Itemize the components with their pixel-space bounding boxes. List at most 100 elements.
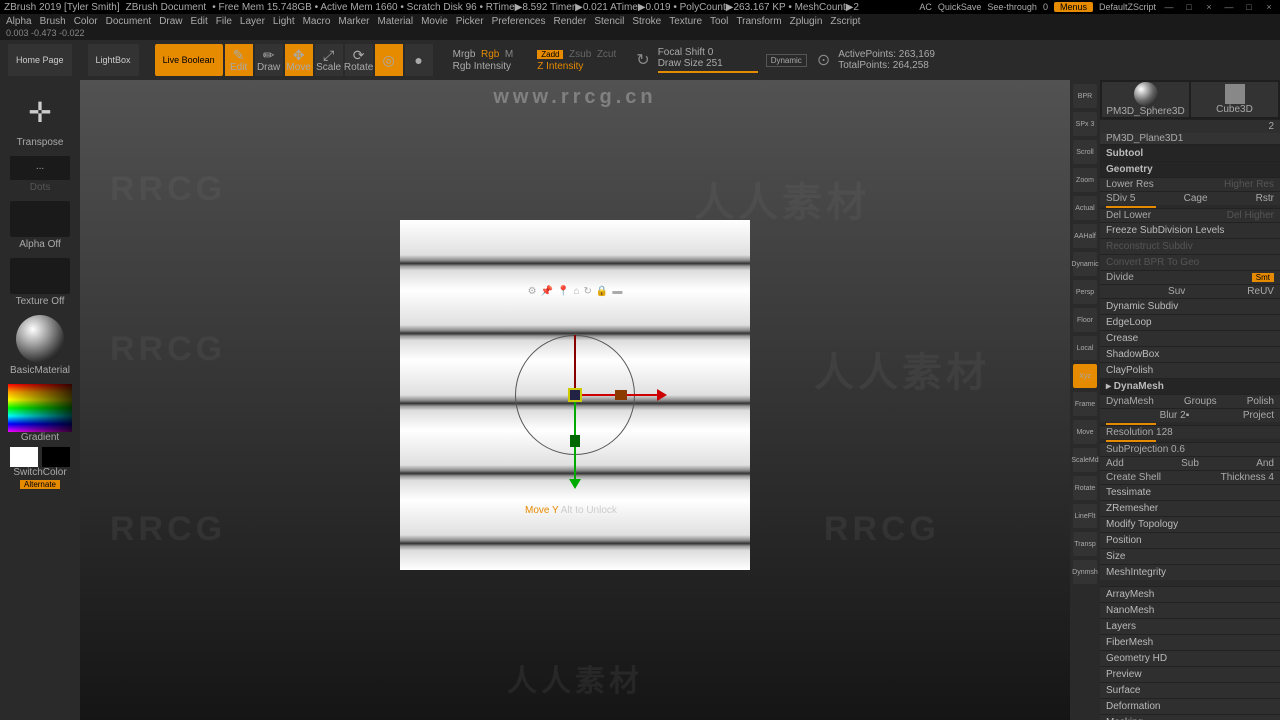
- focal-slider[interactable]: Focal Shift 0 Draw Size 251: [652, 47, 764, 73]
- material-item[interactable]: BasicMaterial: [4, 312, 76, 379]
- menu-texture[interactable]: Texture: [669, 16, 702, 27]
- viewport[interactable]: www.rrcg.cn RRCG 人人素材 RRCG RRCG 人人素材 人人素…: [80, 80, 1070, 720]
- menu-picker[interactable]: Picker: [456, 16, 484, 27]
- menu-render[interactable]: Render: [554, 16, 587, 27]
- menu-material[interactable]: Material: [378, 16, 414, 27]
- side-dynamic[interactable]: Dynamic: [1073, 252, 1097, 276]
- tool-cube[interactable]: Cube3D: [1191, 82, 1278, 117]
- pin-icon[interactable]: 📌: [541, 286, 553, 297]
- side-rotate[interactable]: Rotate: [1073, 476, 1097, 500]
- edit-button[interactable]: ✎Edit: [225, 44, 253, 76]
- gizmo-z-axis[interactable]: [574, 335, 576, 395]
- tool-sphere[interactable]: PM3D_Sphere3D: [1102, 82, 1189, 117]
- lightbox-button[interactable]: LightBox: [88, 44, 139, 76]
- side-actual[interactable]: Actual: [1073, 196, 1097, 220]
- menu-transform[interactable]: Transform: [736, 16, 781, 27]
- swatch-primary[interactable]: [10, 447, 38, 467]
- section-layers[interactable]: Layers: [1100, 618, 1280, 634]
- section-arraymesh[interactable]: ArrayMesh: [1100, 586, 1280, 602]
- btn-lower-res[interactable]: Lower Res: [1106, 179, 1154, 190]
- side-xyz[interactable]: Xyz: [1073, 364, 1097, 388]
- menu-movie[interactable]: Movie: [421, 16, 448, 27]
- document-canvas[interactable]: ⚙ 📌 📍 ⌂ ↻ 🔒 ▬ Move Y Alt to Unlock: [400, 220, 750, 570]
- section-subtool[interactable]: Subtool: [1100, 145, 1280, 161]
- btn-blur-2▪[interactable]: Blur 2▪: [1160, 410, 1190, 421]
- section-shadowbox[interactable]: ShadowBox: [1100, 346, 1280, 362]
- section-surface[interactable]: Surface: [1100, 682, 1280, 698]
- section-edgeloop[interactable]: EdgeLoop: [1100, 314, 1280, 330]
- transform-gizmo[interactable]: Move Y Alt to Unlock: [575, 395, 576, 396]
- color-picker[interactable]: Gradient SwitchColor Alternate: [4, 381, 76, 492]
- lock-icon[interactable]: 🔒: [596, 286, 608, 297]
- menu-zscript[interactable]: Zscript: [830, 16, 860, 27]
- btn-divide[interactable]: Divide: [1106, 272, 1134, 283]
- section-tessimate[interactable]: Tessimate: [1100, 484, 1280, 500]
- section-reconstruct-subdiv[interactable]: Reconstruct Subdiv: [1100, 238, 1280, 254]
- gizmo-x-scale[interactable]: [615, 390, 627, 400]
- btn-suv[interactable]: Suv: [1168, 286, 1185, 297]
- side-transp[interactable]: Transp: [1073, 532, 1097, 556]
- side-bpr[interactable]: BPR: [1073, 84, 1097, 108]
- btn-del-higher[interactable]: Del Higher: [1227, 210, 1274, 221]
- maximize-icon-2[interactable]: □: [1242, 2, 1256, 12]
- menu-document[interactable]: Document: [106, 16, 152, 27]
- section-crease[interactable]: Crease: [1100, 330, 1280, 346]
- btn-sub[interactable]: Sub: [1181, 458, 1199, 469]
- btn-cage[interactable]: Cage: [1184, 193, 1208, 204]
- btn-dynamesh[interactable]: DynaMesh: [1106, 396, 1154, 407]
- menu-preferences[interactable]: Preferences: [492, 16, 546, 27]
- section-preview[interactable]: Preview: [1100, 666, 1280, 682]
- btn-sdiv-5[interactable]: SDiv 5: [1106, 193, 1135, 204]
- menu-draw[interactable]: Draw: [159, 16, 182, 27]
- switch-color-button[interactable]: SwitchColor: [13, 467, 66, 478]
- section---dynamesh[interactable]: ▸ DynaMesh: [1100, 378, 1280, 394]
- draw-button[interactable]: ✏Draw: [255, 44, 283, 76]
- close-icon-2[interactable]: ×: [1262, 2, 1276, 12]
- rotate-button[interactable]: ⟳Rotate: [345, 44, 373, 76]
- gizmo-center[interactable]: [568, 388, 582, 402]
- section-modify-topology[interactable]: Modify Topology: [1100, 516, 1280, 532]
- btn-higher-res[interactable]: Higher Res: [1224, 179, 1274, 190]
- gear-icon[interactable]: ⚙: [528, 286, 537, 297]
- side-frame[interactable]: Frame: [1073, 392, 1097, 416]
- menus-button[interactable]: Menus: [1054, 2, 1093, 12]
- swatch-secondary[interactable]: [42, 447, 70, 467]
- section-geometry[interactable]: Geometry: [1100, 161, 1280, 177]
- side-move[interactable]: Move: [1073, 420, 1097, 444]
- menu-alpha[interactable]: Alpha: [6, 16, 32, 27]
- btn-smt[interactable]: Smt: [1252, 273, 1274, 282]
- section-masking[interactable]: Masking: [1100, 714, 1280, 720]
- menu-brush[interactable]: Brush: [40, 16, 66, 27]
- menu-layer[interactable]: Layer: [240, 16, 265, 27]
- menu-edit[interactable]: Edit: [191, 16, 208, 27]
- section-position[interactable]: Position: [1100, 532, 1280, 548]
- subtool-plane[interactable]: PM3D_Plane3D1: [1100, 133, 1280, 145]
- btn-groups[interactable]: Groups: [1184, 396, 1217, 407]
- default-zscript[interactable]: DefaultZScript: [1099, 2, 1156, 12]
- btn-project[interactable]: Project: [1243, 410, 1274, 421]
- section-freeze-subdivision-levels[interactable]: Freeze SubDivision Levels: [1100, 222, 1280, 238]
- menu-tool[interactable]: Tool: [710, 16, 728, 27]
- section-zremesher[interactable]: ZRemesher: [1100, 500, 1280, 516]
- quicksave-button[interactable]: QuickSave: [938, 2, 982, 12]
- side-scalemd[interactable]: ScaleMd: [1073, 448, 1097, 472]
- reset-icon[interactable]: ↻: [584, 286, 592, 297]
- side-scroll[interactable]: Scroll: [1073, 140, 1097, 164]
- maximize-icon[interactable]: □: [1182, 2, 1196, 12]
- section-fibermesh[interactable]: FiberMesh: [1100, 634, 1280, 650]
- menu-light[interactable]: Light: [273, 16, 295, 27]
- home-page-button[interactable]: Home Page: [8, 44, 72, 76]
- section-size[interactable]: Size: [1100, 548, 1280, 564]
- color-gradient[interactable]: [8, 384, 72, 432]
- btn-reuv[interactable]: ReUV: [1247, 286, 1274, 297]
- gizmo-toolbar[interactable]: ⚙ 📌 📍 ⌂ ↻ 🔒 ▬: [528, 286, 623, 297]
- btn-thickness-4[interactable]: Thickness 4: [1221, 472, 1274, 483]
- side-aahalf[interactable]: AAHalf: [1073, 224, 1097, 248]
- side-floor[interactable]: Floor: [1073, 308, 1097, 332]
- side-persp[interactable]: Persp: [1073, 280, 1097, 304]
- alpha-item[interactable]: Alpha Off: [4, 198, 76, 253]
- sticky-icon[interactable]: ▬: [612, 286, 622, 297]
- minimize-icon-2[interactable]: —: [1222, 2, 1236, 12]
- texture-item[interactable]: Texture Off: [4, 255, 76, 310]
- minimize-icon[interactable]: —: [1162, 2, 1176, 12]
